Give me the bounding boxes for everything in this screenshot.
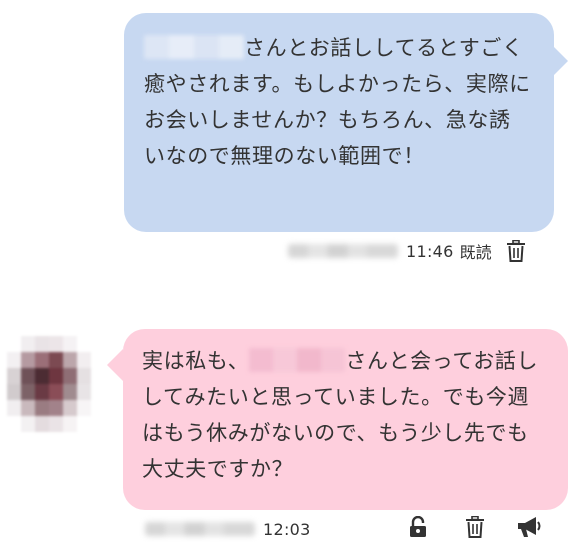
- incoming-message-bubble: 実は私も、 さんと会ってお話ししてみたいと思っていました。でも今週はもう休みがない…: [107, 329, 568, 510]
- incoming-message-meta: 12:03: [145, 516, 317, 542]
- avatar-image: [7, 336, 91, 432]
- outgoing-message-meta: 11:46 既読: [288, 238, 526, 264]
- redacted-name: [249, 348, 346, 372]
- redacted-name: [144, 35, 244, 59]
- redacted-date: [145, 522, 255, 536]
- megaphone-icon[interactable]: [516, 516, 542, 538]
- unlock-icon[interactable]: [408, 516, 428, 538]
- outgoing-message-time: 11:46: [406, 241, 454, 261]
- incoming-message-time: 12:03: [263, 519, 311, 539]
- chat-thread: さんとお話ししてるとすごく癒やされます。もしよかったら、実際にお会いしませんか？…: [0, 0, 579, 542]
- redacted-date: [288, 244, 398, 258]
- outgoing-message-bubble: さんとお話ししてるとすごく癒やされます。もしよかったら、実際にお会いしませんか？…: [124, 13, 568, 232]
- trash-icon[interactable]: [465, 516, 485, 538]
- sender-avatar[interactable]: [7, 336, 91, 432]
- incoming-message-text-start: 実は私も、: [142, 349, 250, 373]
- read-status: 既読: [459, 243, 492, 262]
- trash-icon[interactable]: [506, 240, 526, 262]
